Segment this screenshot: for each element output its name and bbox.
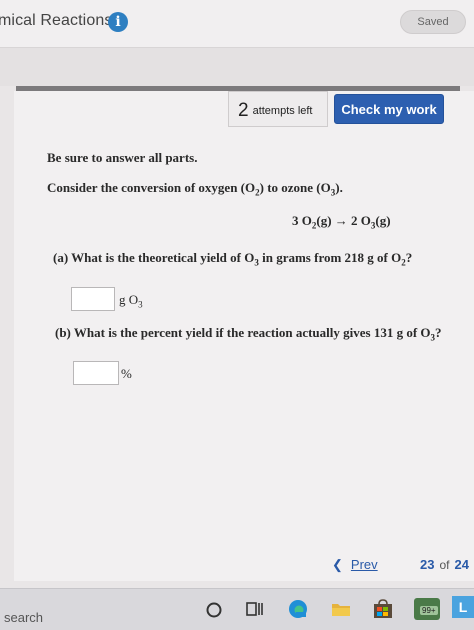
notification-count: 99+ bbox=[420, 606, 438, 615]
toolbar-band bbox=[0, 48, 474, 86]
prev-button[interactable]: ❮ Prev bbox=[332, 557, 378, 573]
part-a-question: (a) What is the theoretical yield of O3 … bbox=[53, 250, 413, 268]
edge-icon[interactable] bbox=[286, 597, 310, 621]
app-icon[interactable]: L bbox=[452, 596, 474, 618]
part-b-answer-input[interactable] bbox=[73, 361, 119, 385]
taskbar-search[interactable]: search bbox=[4, 610, 43, 625]
attempts-indicator: 2 attempts left bbox=[228, 91, 328, 127]
part-b-unit: % bbox=[121, 366, 132, 381]
store-icon[interactable] bbox=[372, 598, 394, 620]
windows-taskbar bbox=[0, 588, 474, 630]
instruction-text: Be sure to answer all parts. bbox=[47, 150, 198, 165]
page-title: mical Reactions bbox=[0, 12, 113, 29]
cortana-icon[interactable] bbox=[204, 600, 224, 620]
saved-status-badge: Saved bbox=[400, 10, 466, 34]
attempts-count: 2 bbox=[238, 100, 249, 121]
file-explorer-icon[interactable] bbox=[330, 598, 352, 620]
check-my-work-button[interactable]: Check my work bbox=[334, 94, 444, 124]
chevron-left-icon: ❮ bbox=[332, 557, 343, 572]
prev-label: Prev bbox=[350, 557, 378, 572]
of-label: of bbox=[439, 558, 450, 572]
part-a-answer-input[interactable] bbox=[71, 287, 115, 311]
part-a-unit: g O3 bbox=[119, 292, 143, 310]
current-page: 23 bbox=[420, 557, 435, 572]
attempts-label: attempts left bbox=[252, 105, 313, 117]
total-pages: 24 bbox=[454, 557, 469, 572]
reaction-equation: 3 O2(g) → 2 O3(g) bbox=[292, 213, 391, 231]
app-header: mical Reactions i Saved bbox=[0, 0, 474, 48]
info-icon[interactable]: i bbox=[108, 12, 128, 32]
part-b-question: (b) What is the percent yield if the rea… bbox=[55, 325, 442, 343]
task-view-icon[interactable] bbox=[244, 598, 266, 620]
notification-badge-icon[interactable]: 99+ bbox=[414, 598, 440, 620]
question-prompt: Consider the conversion of oxygen (O2) t… bbox=[47, 180, 343, 198]
page-indicator: 23 of 24 bbox=[420, 557, 469, 572]
